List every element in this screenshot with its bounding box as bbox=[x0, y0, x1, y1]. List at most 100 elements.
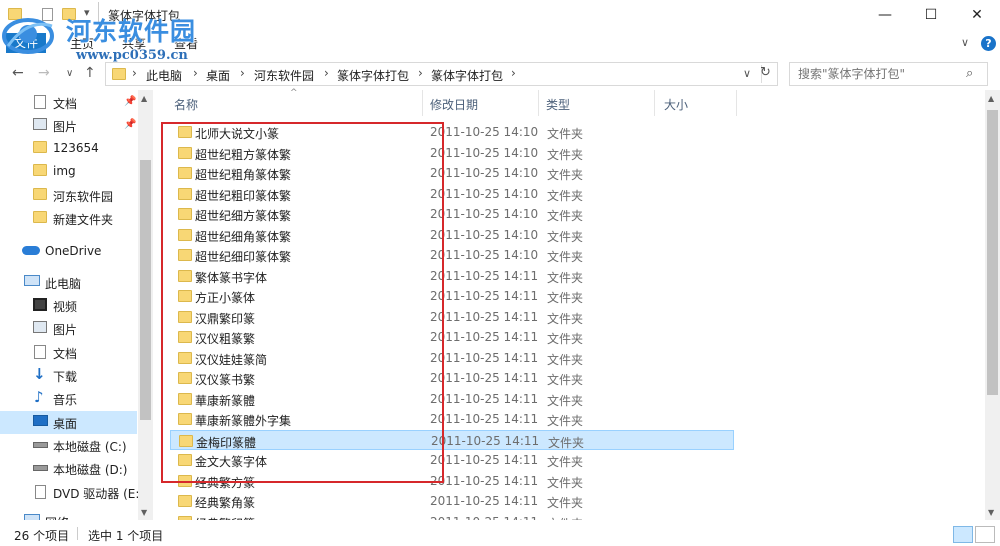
table-row[interactable]: 繁体篆书字体 2011-10-25 14:11 文件夹 bbox=[170, 266, 734, 286]
table-row[interactable]: 華康新篆體 2011-10-25 14:11 文件夹 bbox=[170, 389, 734, 409]
quick-access-dropdown-icon[interactable]: ▾ bbox=[84, 6, 90, 19]
tab-home[interactable]: 主页 bbox=[70, 35, 94, 52]
column-name[interactable]: 名称 bbox=[174, 96, 198, 113]
nav-item-123654[interactable]: 123654 bbox=[0, 137, 137, 160]
close-button[interactable]: ✕ bbox=[954, 0, 1000, 30]
file-type: 文件夹 bbox=[547, 209, 584, 223]
nav-scroll-thumb[interactable] bbox=[140, 160, 151, 420]
search-box[interactable]: ⌕ bbox=[789, 62, 988, 86]
large-icons-view-button[interactable] bbox=[975, 526, 995, 543]
breadcrumb-font-pack-inner[interactable]: 篆体字体打包 bbox=[431, 67, 503, 84]
table-row[interactable]: 超世纪粗印篆体繁 2011-10-25 14:10 文件夹 bbox=[170, 184, 734, 204]
table-row[interactable]: 经典繁印篆 2011-10-25 14:11 文件夹 bbox=[170, 512, 734, 520]
folder-icon bbox=[33, 188, 47, 200]
table-row[interactable]: 超世纪细印篆体繁 2011-10-25 14:10 文件夹 bbox=[170, 245, 734, 265]
nav-item-pc-documents[interactable]: 文档 bbox=[0, 341, 137, 364]
table-row[interactable]: 汉仪粗篆繁 2011-10-25 14:11 文件夹 bbox=[170, 327, 734, 347]
column-divider[interactable] bbox=[538, 90, 539, 116]
nav-item-label: 音乐 bbox=[53, 393, 78, 407]
breadcrumb-separator[interactable]: › bbox=[324, 66, 329, 80]
nav-item-hedong[interactable]: 河东软件园 bbox=[0, 184, 137, 207]
file-type: 文件夹 bbox=[547, 393, 584, 408]
breadcrumb-separator[interactable]: › bbox=[132, 66, 137, 80]
table-row[interactable]: 超世纪粗方篆体繁 2011-10-25 14:10 文件夹 bbox=[170, 143, 734, 163]
column-divider[interactable] bbox=[422, 90, 423, 116]
breadcrumb-desktop[interactable]: 桌面 bbox=[206, 67, 230, 84]
expand-ribbon-icon[interactable]: ∨ bbox=[961, 36, 969, 49]
forward-icon[interactable]: → bbox=[38, 65, 50, 81]
ribbon: 文件 主页 共享 查看 ∨ ? bbox=[0, 30, 1000, 56]
minimize-button[interactable]: — bbox=[862, 0, 908, 30]
search-icon[interactable]: ⌕ bbox=[966, 66, 973, 81]
properties-icon[interactable] bbox=[42, 8, 53, 21]
nav-item-documents[interactable]: 文档 📌 bbox=[0, 91, 137, 114]
search-input[interactable] bbox=[798, 66, 958, 82]
up-icon[interactable]: ↑ bbox=[84, 65, 96, 81]
new-folder-icon[interactable] bbox=[62, 8, 76, 20]
nav-item-downloads[interactable]: ↓ 下载 bbox=[0, 364, 137, 387]
table-row[interactable]: 超世纪细方篆体繁 2011-10-25 14:10 文件夹 bbox=[170, 204, 734, 224]
maximize-button[interactable]: ☐ bbox=[908, 0, 954, 30]
tab-share[interactable]: 共享 bbox=[122, 35, 146, 52]
breadcrumb-separator[interactable]: › bbox=[240, 66, 245, 80]
table-row[interactable]: 超世纪细角篆体繁 2011-10-25 14:10 文件夹 bbox=[170, 225, 734, 245]
nav-item-pc-pictures[interactable]: 图片 bbox=[0, 317, 137, 340]
table-row[interactable]: 超世纪粗角篆体繁 2011-10-25 14:10 文件夹 bbox=[170, 163, 734, 183]
column-divider[interactable] bbox=[654, 90, 655, 116]
table-row[interactable]: 经典繁角篆 2011-10-25 14:11 文件夹 bbox=[170, 491, 734, 511]
scroll-up-icon[interactable]: ▲ bbox=[988, 94, 994, 103]
recent-dropdown-icon[interactable]: ∨ bbox=[66, 68, 73, 79]
nav-item-new-folder[interactable]: 新建文件夹 bbox=[0, 207, 137, 230]
nav-item-this-pc[interactable]: 此电脑 bbox=[0, 271, 137, 294]
column-type[interactable]: 类型 bbox=[546, 96, 570, 113]
nav-scrollbar[interactable]: ▲ ▼ bbox=[138, 90, 153, 520]
pin-icon[interactable]: 📌 bbox=[124, 119, 136, 130]
pin-icon[interactable]: 📌 bbox=[124, 96, 136, 107]
scroll-down-icon[interactable]: ▼ bbox=[988, 508, 994, 517]
file-list-scrollbar[interactable]: ▲ ▼ bbox=[985, 90, 1000, 520]
table-row[interactable]: 金文大篆字体 2011-10-25 14:11 文件夹 bbox=[170, 450, 734, 470]
nav-item-onedrive[interactable]: OneDrive bbox=[0, 240, 137, 263]
column-size[interactable]: 大小 bbox=[664, 96, 688, 113]
table-row[interactable]: 金梅印篆體 2011-10-25 14:11 文件夹 bbox=[170, 429, 734, 450]
nav-item-videos[interactable]: 视频 bbox=[0, 294, 137, 317]
table-row[interactable]: 北师大说文小篆 2011-10-25 14:10 文件夹 bbox=[170, 122, 734, 142]
back-icon[interactable]: ← bbox=[12, 65, 24, 81]
breadcrumb-hedong[interactable]: 河东软件园 bbox=[254, 67, 314, 84]
table-row[interactable]: 華康新篆體外字集 2011-10-25 14:11 文件夹 bbox=[170, 409, 734, 429]
nav-item-desktop[interactable]: 桌面 bbox=[0, 411, 137, 434]
column-date[interactable]: 修改日期 bbox=[430, 96, 478, 113]
table-row[interactable]: 汉仪篆书繁 2011-10-25 14:11 文件夹 bbox=[170, 368, 734, 388]
scroll-down-icon[interactable]: ▼ bbox=[141, 508, 147, 517]
table-row[interactable]: 汉鼎繁印篆 2011-10-25 14:11 文件夹 bbox=[170, 307, 734, 327]
cloud-icon bbox=[22, 246, 40, 255]
nav-item-pictures[interactable]: 图片 📌 bbox=[0, 114, 137, 137]
tab-file[interactable]: 文件 bbox=[6, 33, 47, 53]
details-view-button[interactable] bbox=[953, 526, 973, 543]
column-headers: ^ 名称 修改日期 类型 大小 bbox=[160, 88, 740, 118]
nav-item-img[interactable]: img bbox=[0, 160, 137, 183]
nav-item-drive-d[interactable]: 本地磁盘 (D:) bbox=[0, 457, 137, 480]
file-date: 2011-10-25 14:11 bbox=[430, 494, 539, 508]
nav-item-network[interactable]: 网络 bbox=[0, 510, 137, 520]
tab-view[interactable]: 查看 bbox=[174, 35, 198, 52]
file-type: 文件夹 bbox=[547, 311, 584, 326]
breadcrumb-this-pc[interactable]: 此电脑 bbox=[146, 67, 182, 84]
table-row[interactable]: 汉仪娃娃篆简 2011-10-25 14:11 文件夹 bbox=[170, 348, 734, 368]
scroll-up-icon[interactable]: ▲ bbox=[141, 94, 147, 103]
nav-item-drive-c[interactable]: 本地磁盘 (C:) bbox=[0, 434, 137, 457]
refresh-icon[interactable]: ↻ bbox=[760, 65, 771, 80]
nav-item-music[interactable]: ♪ 音乐 bbox=[0, 387, 137, 410]
breadcrumb-separator[interactable]: › bbox=[418, 66, 423, 80]
breadcrumb-separator[interactable]: › bbox=[511, 66, 516, 80]
address-dropdown-icon[interactable]: ∨ bbox=[743, 67, 751, 80]
table-row[interactable]: 方正小篆体 2011-10-25 14:11 文件夹 bbox=[170, 286, 734, 306]
address-bar[interactable]: › 此电脑 › 桌面 › 河东软件园 › 篆体字体打包 › 篆体字体打包 › ∨ bbox=[105, 62, 778, 86]
nav-item-dvd-drive[interactable]: DVD 驱动器 (E:) bbox=[0, 481, 144, 504]
help-icon[interactable]: ? bbox=[981, 36, 996, 51]
table-row[interactable]: 经典繁方篆 2011-10-25 14:11 文件夹 bbox=[170, 471, 734, 491]
breadcrumb-font-pack[interactable]: 篆体字体打包 bbox=[337, 67, 409, 84]
column-divider[interactable] bbox=[736, 90, 737, 116]
breadcrumb-separator[interactable]: › bbox=[193, 66, 198, 80]
list-scroll-thumb[interactable] bbox=[987, 110, 998, 395]
